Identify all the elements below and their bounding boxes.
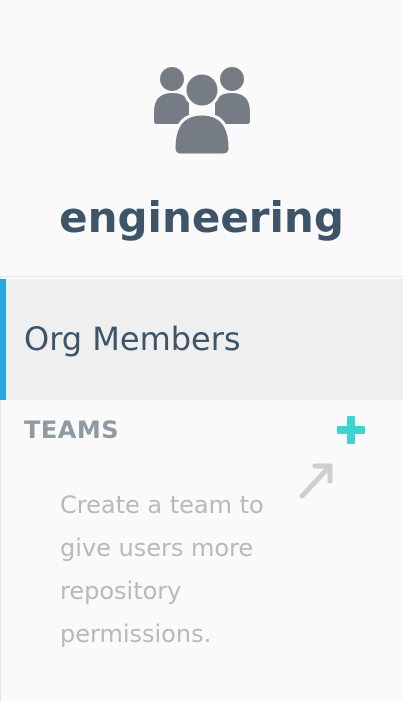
header-divider [0,276,403,277]
plus-icon[interactable] [334,413,368,447]
teams-heading: TEAMS [24,416,120,444]
org-name: engineering [59,193,344,242]
nav-item-org-members[interactable]: Org Members [0,279,403,400]
selected-indicator [0,279,6,400]
teams-empty-message: Create a team to give users more reposit… [60,491,264,648]
arrow-up-right-icon [299,463,333,499]
org-header: engineering [0,0,403,276]
users-group-icon [154,67,250,156]
nav-item-label: Org Members [24,320,241,358]
